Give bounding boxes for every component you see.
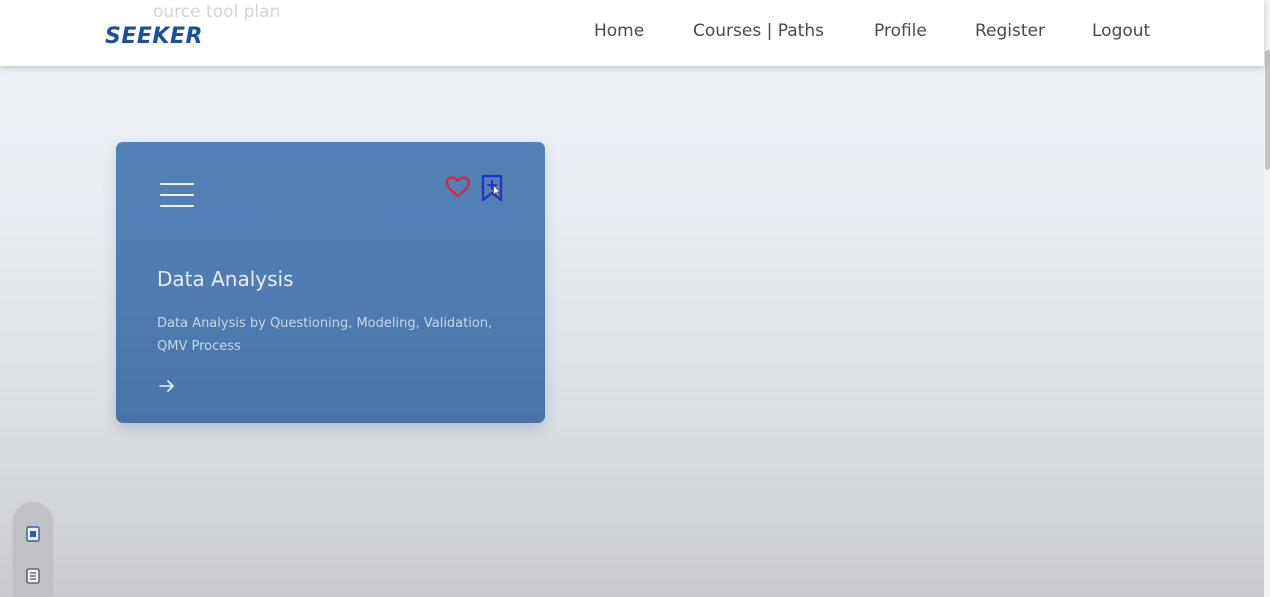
top-navbar: ource tool plan SEEKER Home Courses | Pa… — [0, 0, 1264, 66]
hamburger-menu-icon[interactable] — [160, 183, 196, 209]
nav-logout-link[interactable]: Logout — [1092, 21, 1150, 41]
bookmark-add-icon[interactable] — [480, 174, 504, 202]
course-card[interactable]: Data Analysis Data Analysis by Questioni… — [116, 142, 545, 423]
page-scrollbar-thumb[interactable] — [1265, 50, 1270, 170]
nav-home-link[interactable]: Home — [594, 21, 644, 41]
notes-list-icon[interactable] — [24, 567, 42, 585]
nav-register-link[interactable]: Register — [975, 21, 1045, 41]
document-icon[interactable] — [24, 525, 42, 543]
card-description: Data Analysis by Questioning, Modeling, … — [157, 316, 493, 354]
heart-icon[interactable] — [446, 176, 470, 198]
nav-profile-link[interactable]: Profile — [874, 21, 927, 41]
background-ghost-text: ource tool plan — [153, 2, 281, 22]
arrow-right-icon[interactable] — [157, 376, 177, 396]
nav-courses-paths-link[interactable]: Courses | Paths — [693, 21, 824, 41]
seeker-logo[interactable]: SEEKER — [105, 26, 203, 48]
card-title: Data Analysis — [157, 267, 294, 291]
floating-side-toolbar — [14, 502, 52, 597]
